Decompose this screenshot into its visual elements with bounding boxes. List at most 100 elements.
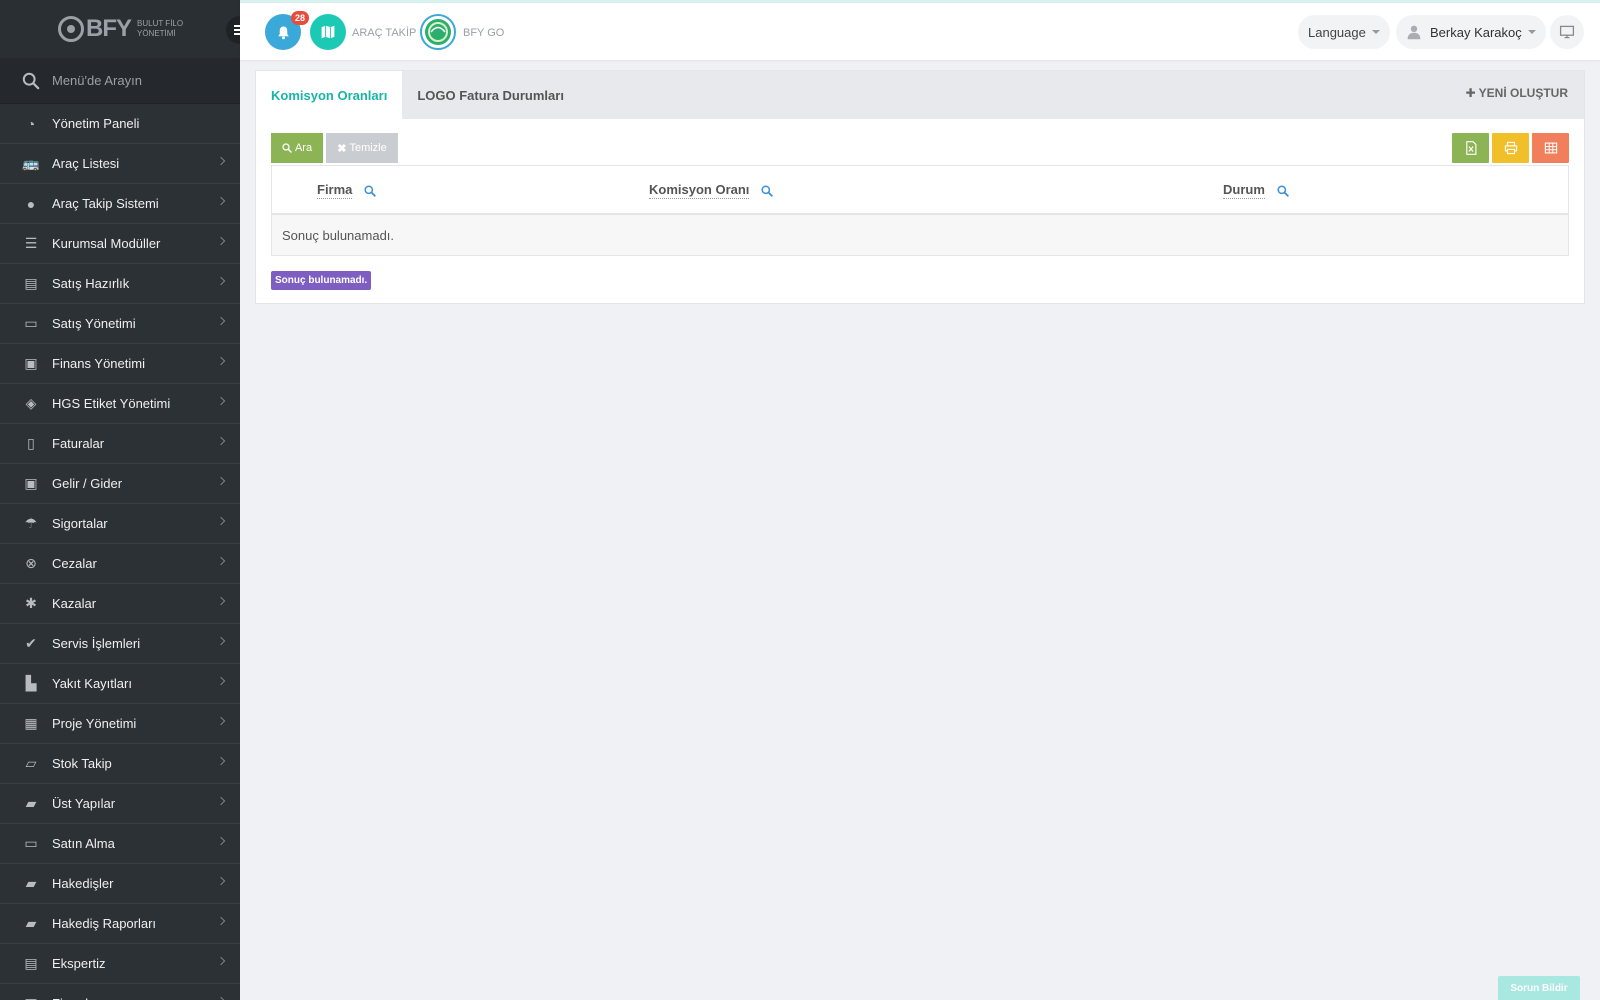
- bfy-go-button[interactable]: [420, 14, 456, 50]
- sidebar-item[interactable]: ▰ Üst Yapılar: [0, 784, 240, 824]
- column-header-komisyon-orani[interactable]: Komisyon Oranı: [649, 182, 774, 199]
- bell-icon: [277, 26, 289, 39]
- sidebar-item-label: Faturalar: [52, 436, 105, 451]
- notification-button[interactable]: 28: [265, 11, 309, 50]
- chevron-right-icon: [216, 916, 226, 926]
- sidebar-item-label: Stok Takip: [52, 756, 112, 771]
- brand-subtitle: BULUT FİLO YÖNETİMİ: [137, 19, 183, 39]
- sidebar-item[interactable]: ▥ Firmalar: [0, 984, 240, 1000]
- sidebar-item-label: Gelir / Gider: [52, 476, 123, 491]
- sidebar-item-label: Üst Yapılar: [52, 796, 116, 811]
- sidebar-item-label: Satın Alma: [52, 836, 115, 851]
- truck-icon: ▰: [25, 915, 37, 931]
- sidebar-item-label: Satış Hazırlık: [52, 276, 130, 291]
- sidebar-item[interactable]: ▰ Hakedişler: [0, 864, 240, 904]
- dashboard-icon: ◔: [26, 115, 36, 132]
- sidebar-item[interactable]: ● Araç Takip Sistemi: [0, 184, 240, 224]
- grid-toolbar: Ara ✖ Temizle: [271, 133, 1569, 165]
- sidebar-item-label: Yönetim Paneli: [52, 116, 140, 131]
- search-button-label: Ara: [294, 142, 313, 154]
- chevron-right-icon: [216, 796, 226, 806]
- create-new-button[interactable]: ✚ YENİ OLUŞTUR: [1465, 86, 1568, 100]
- sidebar-item[interactable]: ⊗ Cezalar: [0, 544, 240, 584]
- sidebar-item[interactable]: ▣ Finans Yönetimi: [0, 344, 240, 384]
- sidebar-search-input[interactable]: [52, 73, 222, 88]
- chevron-right-icon: [216, 356, 226, 366]
- sidebar-item[interactable]: ✱ Kazalar: [0, 584, 240, 624]
- search-icon[interactable]: [364, 184, 377, 197]
- bfy-go-link[interactable]: BFY GO: [463, 27, 504, 39]
- search-icon[interactable]: [1277, 184, 1289, 197]
- sidebar-item[interactable]: ☂ Sigortalar: [0, 504, 240, 544]
- hamburger-menu-icon[interactable]: [226, 16, 240, 44]
- sidebar-item[interactable]: ▰ Hakediş Raporları: [0, 904, 240, 944]
- search-icon[interactable]: [761, 184, 774, 197]
- sidebar: BFY BULUT FİLO YÖNETİMİ ◔ Yönetim Paneli 🚌…: [0, 0, 240, 1000]
- sidebar-item[interactable]: ▙ Yakıt Kayıtları: [0, 664, 240, 704]
- column-header-durum[interactable]: Durum: [1223, 182, 1289, 199]
- sidebar-item[interactable]: ▭ Satın Alma: [0, 824, 240, 864]
- arac-takip-link[interactable]: ARAÇ TAKİP: [352, 27, 416, 39]
- sidebar-item[interactable]: ☰ Kurumsal Modüller: [0, 224, 240, 264]
- search-button[interactable]: Ara: [271, 133, 323, 163]
- bus-icon: 🚌: [22, 155, 40, 171]
- chevron-right-icon: [216, 396, 226, 406]
- sidebar-item[interactable]: ▤ Ekspertiz: [0, 944, 240, 984]
- truck-icon: ▰: [25, 875, 37, 891]
- fuel-pump-icon: ▙: [25, 675, 37, 691]
- ticket-icon: ◈: [25, 395, 37, 411]
- brand-logo[interactable]: BFY BULUT FİLO YÖNETİMİ: [58, 15, 183, 43]
- fullscreen-button[interactable]: [1550, 15, 1584, 49]
- sidebar-item[interactable]: ✔ Servis İşlemleri: [0, 624, 240, 664]
- check-circle-icon: ✔: [25, 635, 37, 651]
- close-icon: ✖: [337, 142, 347, 155]
- sidebar-item[interactable]: ▭ Satış Yönetimi: [0, 304, 240, 344]
- topbar: 28 ARAÇ TAKİP BFY GO Language Berkay Kar…: [240, 0, 1600, 60]
- chevron-right-icon: [216, 156, 226, 166]
- sidebar-item[interactable]: ◈ HGS Etiket Yönetimi: [0, 384, 240, 424]
- column-header-label: Durum: [1223, 182, 1265, 199]
- chevron-right-icon: [216, 596, 226, 606]
- chevron-down-icon: [1371, 30, 1380, 34]
- columns-button[interactable]: [1532, 133, 1569, 163]
- chevron-right-icon: [216, 276, 226, 286]
- sidebar-item[interactable]: ▤ Satış Hazırlık: [0, 264, 240, 304]
- brand-subtitle-line2: YÖNETİMİ: [137, 29, 176, 38]
- grid-empty-row: Sonuç bulunamadı.: [272, 215, 1568, 255]
- chevron-right-icon: [216, 436, 226, 446]
- map-icon: [321, 25, 335, 39]
- list-alt-icon: ▤: [24, 955, 38, 971]
- sidebar-item[interactable]: ▦ Proje Yönetimi: [0, 704, 240, 744]
- chevron-right-icon: [216, 836, 226, 846]
- inbox-icon: ▱: [25, 755, 37, 771]
- chevron-right-icon: [216, 236, 226, 246]
- sidebar-item-label: HGS Etiket Yönetimi: [52, 396, 171, 411]
- user-menu[interactable]: Berkay Karakoç: [1396, 15, 1546, 49]
- chevron-right-icon: [216, 516, 226, 526]
- clear-button[interactable]: ✖ Temizle: [326, 133, 398, 163]
- sidebar-item-label: Yakıt Kayıtları: [52, 676, 132, 691]
- chevron-right-icon: [216, 676, 226, 686]
- print-button[interactable]: [1492, 133, 1529, 163]
- plus-icon: ✚: [1465, 86, 1476, 100]
- sidebar-item[interactable]: ◔ Yönetim Paneli: [0, 104, 240, 144]
- credit-card-icon: ▭: [24, 835, 38, 851]
- clear-button-label: Temizle: [349, 142, 387, 154]
- tab-logo-fatura-durumlari[interactable]: LOGO Fatura Durumları: [402, 71, 579, 119]
- column-header-firma[interactable]: Firma: [317, 182, 377, 199]
- sidebar-item[interactable]: ▯ Faturalar: [0, 424, 240, 464]
- sidebar-item-label: Ekspertiz: [52, 956, 106, 971]
- sidebar-item[interactable]: 🚌 Araç Listesi: [0, 144, 240, 184]
- briefcase-icon: ▦: [24, 715, 38, 731]
- excel-export-button[interactable]: [1452, 133, 1489, 163]
- chevron-right-icon: [216, 316, 226, 326]
- sidebar-item[interactable]: ▱ Stok Takip: [0, 744, 240, 784]
- report-issue-button[interactable]: Sorun Bildir: [1498, 976, 1580, 1000]
- tab-komisyon-oranlari[interactable]: Komisyon Oranları: [256, 71, 403, 119]
- language-dropdown[interactable]: Language: [1298, 15, 1390, 49]
- map-button[interactable]: [310, 14, 346, 50]
- chevron-right-icon: [216, 716, 226, 726]
- sidebar-item[interactable]: ▣ Gelir / Gider: [0, 464, 240, 504]
- brand-name: BFY: [86, 15, 132, 42]
- book-icon: ▤: [24, 275, 38, 291]
